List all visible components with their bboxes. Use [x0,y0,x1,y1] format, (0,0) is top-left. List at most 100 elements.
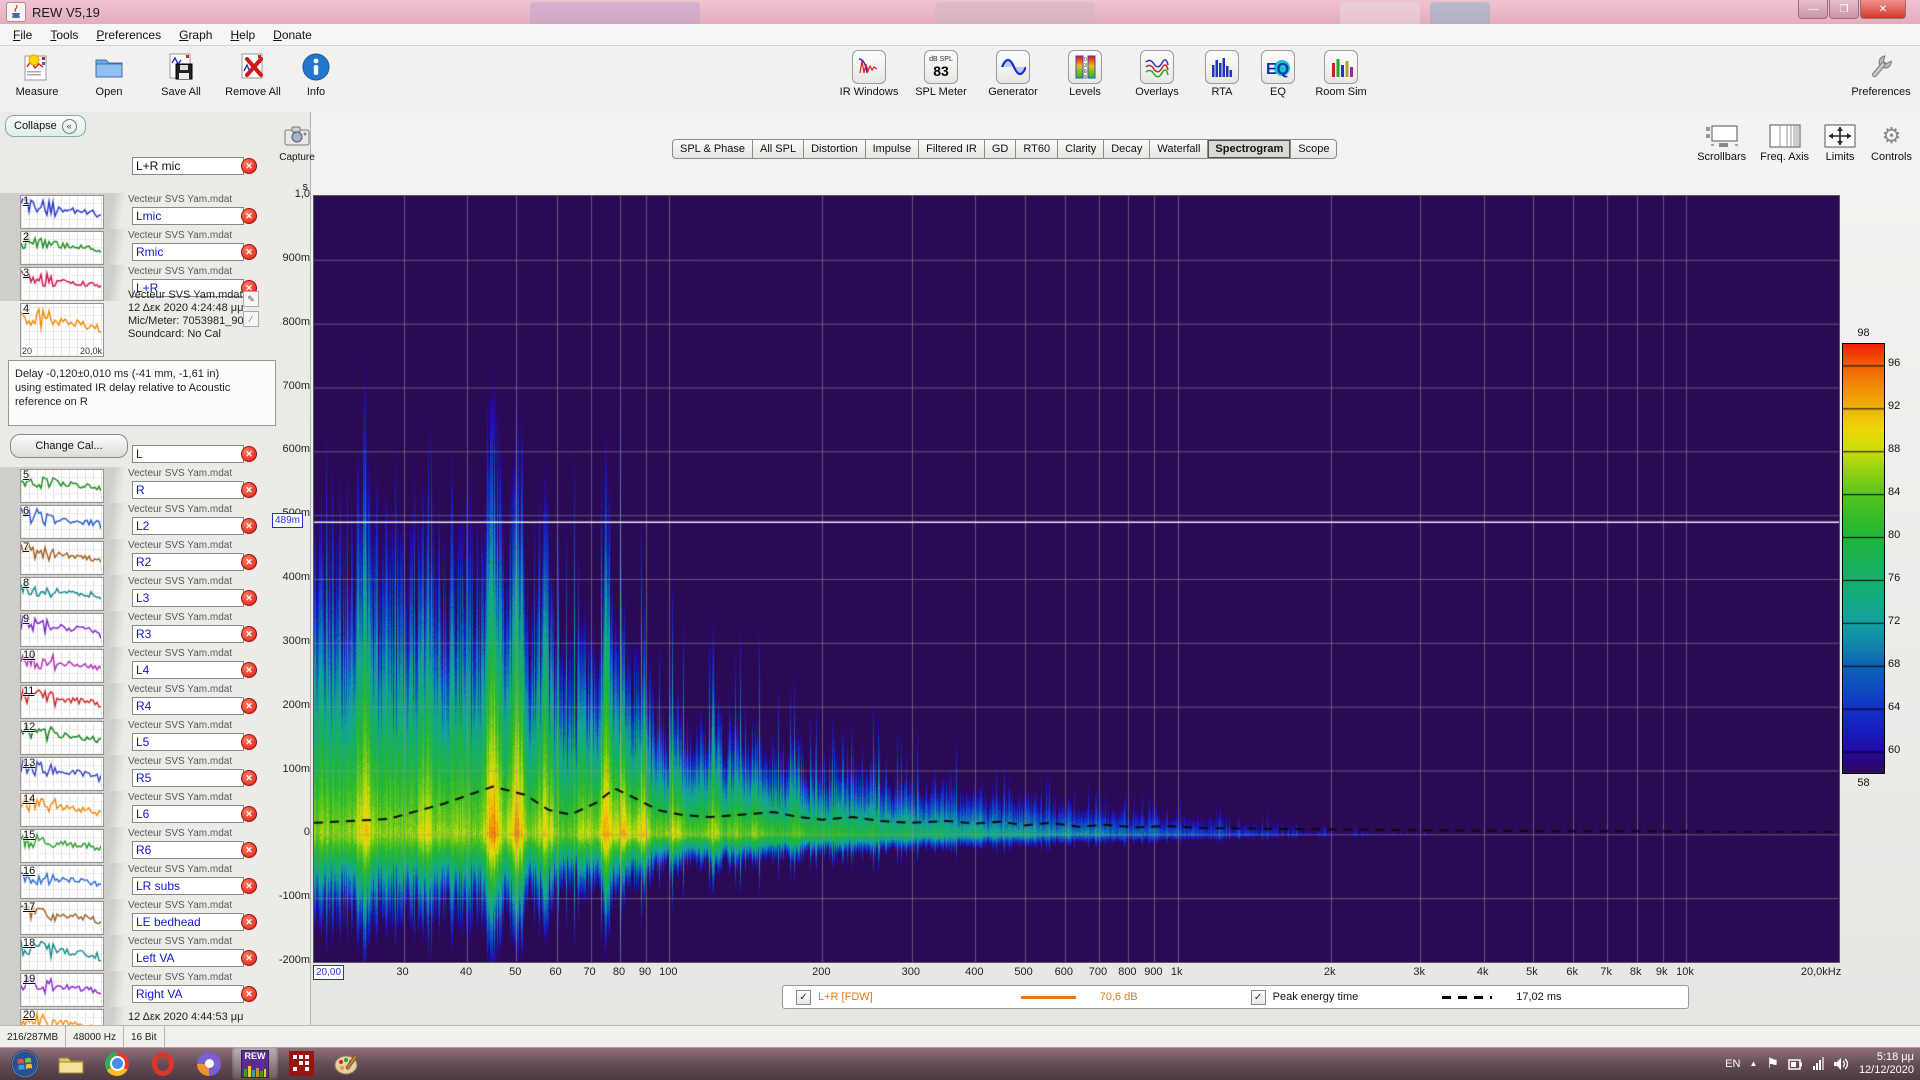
tab-distortion[interactable]: Distortion [803,139,865,159]
delete-measurement-button[interactable]: ✕ [241,914,257,930]
tab-spectrogram[interactable]: Spectrogram [1207,139,1291,159]
menu-file[interactable]: File [4,26,41,44]
measurement-thumbnail[interactable]: 9 [20,613,104,647]
taskbar-rew-button[interactable]: REW [232,1047,278,1080]
menu-preferences[interactable]: Preferences [87,26,170,44]
tab-rt60[interactable]: RT60 [1015,139,1058,159]
menu-help[interactable]: Help [221,26,264,44]
measurement-thumbnail[interactable]: 1 [20,195,104,229]
measurement-thumbnail[interactable]: 2 [20,231,104,265]
delete-measurement-button[interactable]: ✕ [241,446,257,462]
delete-measurement-button[interactable]: ✕ [241,950,257,966]
measurement-thumbnail[interactable]: 16 [20,865,104,899]
delete-measurement-button[interactable]: ✕ [241,986,257,1002]
taskbar-chrome-button[interactable] [94,1047,140,1080]
measurement-name-field[interactable]: R5 [132,769,244,787]
measurement-name-field[interactable]: R3 [132,625,244,643]
menu-graph[interactable]: Graph [170,26,221,44]
measurement-thumbnail[interactable]: 19 [20,973,104,1007]
save-all-button[interactable]: Save All [150,50,212,98]
measurement-name-field[interactable]: Rmic [132,243,244,261]
collapse-panel-button[interactable]: Collapse « [5,115,86,137]
overlays-button[interactable]: Overlays [1126,50,1188,98]
delete-measurement-button[interactable]: ✕ [241,626,257,642]
delete-measurement-button[interactable]: ✕ [241,158,257,174]
battery-icon[interactable] [1788,1057,1804,1071]
taskbar-explorer-button[interactable] [48,1047,94,1080]
network-signal-icon[interactable] [1812,1056,1824,1070]
measurement-thumbnail[interactable]: 15 [20,829,104,863]
measurement-name-field[interactable]: L6 [132,805,244,823]
delete-measurement-button[interactable]: ✕ [241,590,257,606]
change-cal-button[interactable]: Change Cal... [10,434,128,458]
delete-measurement-button[interactable]: ✕ [241,662,257,678]
measurement-name-field[interactable]: LE bedhead [132,913,244,931]
title-bar[interactable]: REW V5,19 — ❐ ✕ [0,0,1920,24]
measurement-name-field[interactable]: LR subs [132,877,244,895]
measurement-thumbnail[interactable]: 13 [20,757,104,791]
ir-windows-button[interactable]: IR Windows [838,50,900,98]
minimize-button[interactable]: — [1798,0,1828,19]
action-center-flag-icon[interactable]: ⚑ [1766,1055,1779,1072]
measurement-thumbnail[interactable]: 6 [20,505,104,539]
delete-measurement-button[interactable]: ✕ [241,806,257,822]
eq-button[interactable]: EQ EQ [1256,50,1300,98]
measurement-name-field[interactable]: R [132,481,244,499]
delete-measurement-button[interactable]: ✕ [241,482,257,498]
language-indicator[interactable]: EN [1725,1058,1740,1070]
freq-axis-button[interactable]: Freq. Axis [1760,123,1809,163]
delete-measurement-button[interactable]: ✕ [241,208,257,224]
taskbar-remote-app-button[interactable] [278,1047,324,1080]
measurement-thumbnail[interactable]: 12 [20,721,104,755]
measurement-name-field[interactable]: R4 [132,697,244,715]
limits-button[interactable]: Limits [1823,123,1857,163]
delete-measurement-button[interactable]: ✕ [241,698,257,714]
measurement-thumbnail[interactable]: 11 [20,685,104,719]
measurement-name-field[interactable]: R6 [132,841,244,859]
delete-measurement-button[interactable]: ✕ [241,842,257,858]
delete-measurement-button[interactable]: ✕ [241,554,257,570]
taskbar-secure-browser-button[interactable] [186,1047,232,1080]
close-button[interactable]: ✕ [1860,0,1906,19]
maximize-button[interactable]: ❐ [1829,0,1859,19]
taskbar-paint-button[interactable] [324,1047,370,1080]
menu-donate[interactable]: Donate [264,26,321,44]
delete-measurement-button[interactable]: ✕ [241,244,257,260]
remove-all-button[interactable]: Remove All [222,50,284,98]
measurement-thumbnail[interactable]: 18 [20,937,104,971]
measurement-thumbnail[interactable]: 7 [20,541,104,575]
measurement-name-field[interactable]: R2 [132,553,244,571]
measurement-name-field[interactable]: L [132,445,244,463]
measurement-name-field[interactable]: Left VA [132,949,244,967]
measurement-name-field[interactable]: L2 [132,517,244,535]
generator-button[interactable]: Generator [982,50,1044,98]
tab-waterfall[interactable]: Waterfall [1149,139,1208,159]
trace-checkbox[interactable]: ✓ [796,989,811,1005]
delete-measurement-button[interactable]: ✕ [241,734,257,750]
rta-button[interactable]: RTA [1198,50,1246,98]
lev els-button[interactable]: 0369 Levels [1054,50,1116,98]
show-hidden-icons-button[interactable]: ▲ [1749,1059,1757,1068]
peak-energy-checkbox[interactable]: ✓ [1250,989,1266,1005]
start-button[interactable] [2,1047,48,1080]
spectrogram-canvas[interactable] [314,196,1839,962]
tab-spl-phase[interactable]: SPL & Phase [672,139,753,159]
measurement-thumbnail[interactable]: 5 [20,469,104,503]
tab-impulse[interactable]: Impulse [864,139,919,159]
tab-filtered-ir[interactable]: Filtered IR [918,139,984,159]
scrollbars-button[interactable]: Scrollbars [1697,123,1746,163]
delete-measurement-button[interactable]: ✕ [241,878,257,894]
measurement-thumbnail[interactable]: 4 20 20,0k [20,303,104,357]
measurement-thumbnail[interactable]: 17 [20,901,104,935]
speaker-icon[interactable] [1833,1057,1850,1071]
measurement-thumbnail[interactable]: 20 [20,1009,104,1025]
tab-gd[interactable]: GD [983,139,1016,159]
measurement-name-field[interactable]: L5 [132,733,244,751]
delete-measurement-button[interactable]: ✕ [241,770,257,786]
tab-clarity[interactable]: Clarity [1057,139,1104,159]
measurement-name-field[interactable]: L4 [132,661,244,679]
taskbar-opera-button[interactable] [140,1047,186,1080]
capture-button[interactable]: Capture [279,126,315,170]
measurement-name-field[interactable]: L+R mic [132,157,244,175]
measurement-thumbnail[interactable]: 14 [20,793,104,827]
